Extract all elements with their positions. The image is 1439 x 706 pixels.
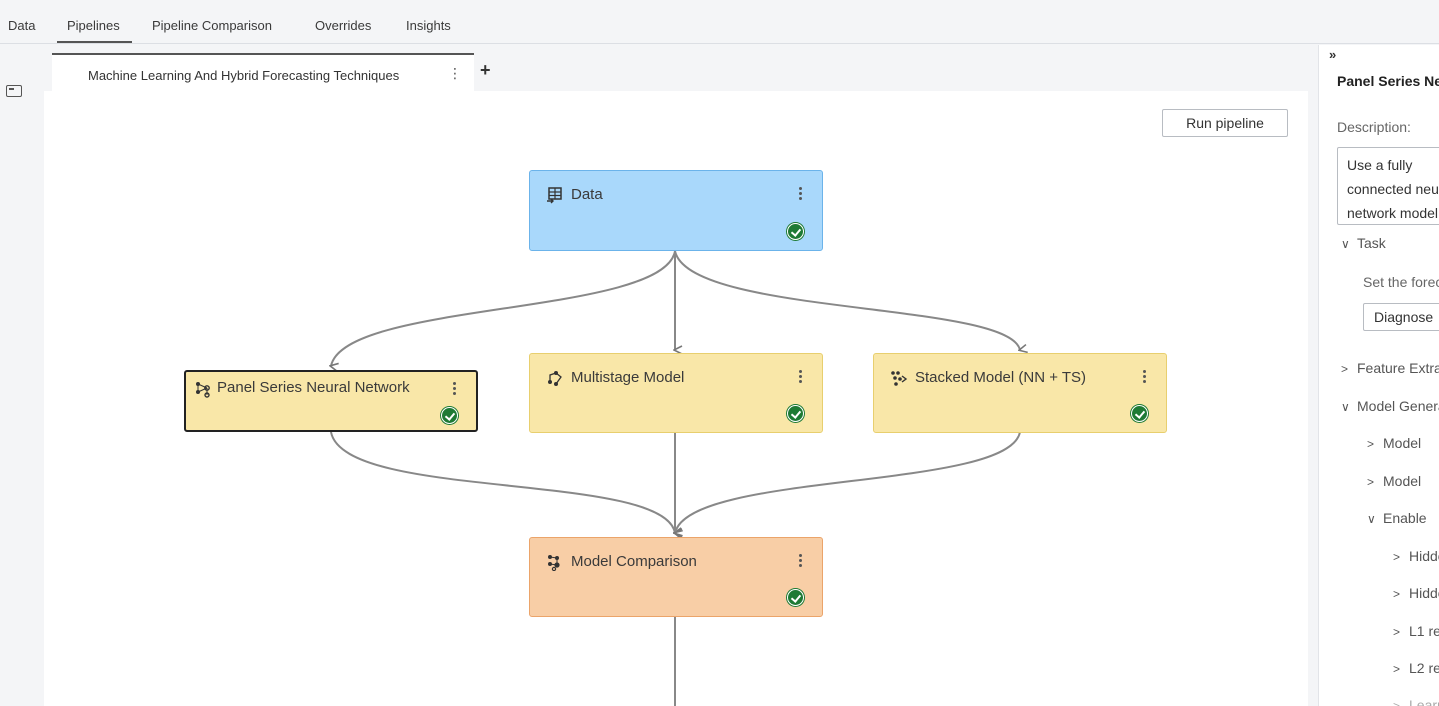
section-label: Model Generation (1357, 398, 1439, 414)
section-label: L1 regularization (1409, 623, 1439, 639)
section-label: Hidden (1409, 585, 1439, 601)
pipeline-tab[interactable]: Machine Learning And Hybrid Forecasting … (52, 53, 474, 91)
model-comparison-icon (548, 555, 560, 571)
status-complete-icon (441, 407, 458, 424)
node-menu-icon[interactable] (798, 554, 802, 568)
description-field[interactable]: Use a fully connected neural network mod… (1337, 147, 1439, 225)
chevron-down-icon: ∨ (1341, 400, 1350, 414)
section-hidden-2[interactable]: > Hidden (1393, 585, 1439, 601)
chevron-right-icon: > (1341, 362, 1349, 376)
pipeline-tab-label: Machine Learning And Hybrid Forecasting … (88, 68, 400, 83)
node-multistage-model[interactable]: Multistage Model (529, 353, 823, 433)
chevron-right-icon: > (1393, 662, 1401, 676)
section-label: Hidden (1409, 548, 1439, 564)
edge-data-to-panel-nn (331, 250, 676, 366)
node-data[interactable]: Data (529, 170, 823, 251)
neural-network-icon (196, 382, 210, 398)
tab-pipelines[interactable]: Pipelines (57, 18, 132, 43)
chevron-right-icon: > (1367, 437, 1375, 451)
section-label: Model (1383, 473, 1422, 489)
top-nav: Data Pipelines Pipeline Comparison Overr… (0, 0, 1439, 44)
node-title: Stacked Model (NN + TS) (915, 369, 1087, 386)
section-label: L2 regularization (1409, 660, 1439, 676)
section-hidden-1[interactable]: > Hidden (1393, 548, 1439, 564)
node-model-comparison[interactable]: Model Comparison (529, 537, 823, 617)
node-menu-icon[interactable] (452, 382, 456, 396)
pipeline-canvas: Run pipeline Data Panel Series Neural Ne… (44, 91, 1308, 706)
section-label: Task (1357, 235, 1386, 251)
multistage-icon (548, 371, 562, 386)
node-title: Data (571, 186, 603, 203)
node-menu-icon[interactable] (798, 187, 802, 201)
tab-overrides[interactable]: Overrides (315, 18, 371, 33)
node-stacked-model[interactable]: Stacked Model (NN + TS) (873, 353, 1167, 433)
section-model-generation[interactable]: ∨ Model Generation (1341, 398, 1439, 414)
kebab-icon[interactable]: ⋮ (448, 66, 462, 80)
panel-toggle-icon[interactable] (6, 85, 22, 97)
node-menu-icon[interactable] (1142, 370, 1146, 384)
task-hint: Set the forecast task: (1363, 274, 1439, 290)
status-complete-icon (1131, 405, 1148, 422)
chevron-right-icon: > (1367, 475, 1375, 489)
add-pipeline-button[interactable]: + (480, 61, 491, 79)
edge-data-to-stacked (674, 250, 1020, 350)
node-title: Panel Series Neural Network (217, 379, 410, 396)
section-task[interactable]: ∨ Task (1341, 235, 1386, 251)
pipeline-workspace: Machine Learning And Hybrid Forecasting … (44, 45, 1308, 706)
stacked-model-icon (891, 371, 908, 386)
node-title: Multistage Model (571, 369, 685, 386)
panel-title: Panel Series Neural Network (1337, 73, 1439, 89)
section-label: Learning (1409, 697, 1439, 706)
chevron-right-icon: > (1393, 550, 1401, 564)
section-label: Enable (1383, 510, 1427, 526)
section-l2[interactable]: > L2 regularization (1393, 660, 1439, 676)
edge-stacked-to-compare (675, 431, 1021, 533)
section-learning[interactable]: > Learning (1393, 697, 1439, 706)
section-model-1[interactable]: > Model (1367, 435, 1421, 451)
left-rail (0, 45, 33, 706)
collapse-panel-button[interactable]: » (1329, 47, 1336, 62)
properties-panel: » Panel Series Neural Network Descriptio… (1318, 45, 1439, 706)
section-enable[interactable]: ∨ Enable (1367, 510, 1427, 526)
description-label: Description: (1337, 119, 1411, 135)
chevron-right-icon: > (1393, 625, 1401, 639)
chevron-down-icon: ∨ (1367, 512, 1376, 526)
tab-pipeline-comparison[interactable]: Pipeline Comparison (152, 18, 272, 33)
section-label: Model (1383, 435, 1422, 451)
status-complete-icon (787, 405, 804, 422)
node-title: Model Comparison (571, 553, 697, 570)
section-feature-extraction[interactable]: > Feature Extraction (1341, 360, 1439, 376)
status-complete-icon (787, 589, 804, 606)
chevron-down-icon: ∨ (1341, 237, 1350, 251)
node-menu-icon[interactable] (798, 370, 802, 384)
chevron-right-icon: > (1393, 699, 1401, 706)
status-complete-icon (787, 223, 804, 240)
section-model-2[interactable]: > Model (1367, 473, 1421, 489)
section-l1[interactable]: > L1 regularization (1393, 623, 1439, 639)
node-panel-series-neural-network[interactable]: Panel Series Neural Network (184, 370, 478, 432)
section-label: Feature Extraction (1357, 360, 1439, 376)
edge-panel-nn-to-compare (330, 431, 675, 533)
chevron-right-icon: > (1393, 587, 1401, 601)
tab-data[interactable]: Data (8, 18, 35, 33)
task-select[interactable]: Diagnose (1363, 303, 1439, 331)
tab-insights[interactable]: Insights (406, 18, 451, 33)
data-source-icon (547, 187, 562, 204)
